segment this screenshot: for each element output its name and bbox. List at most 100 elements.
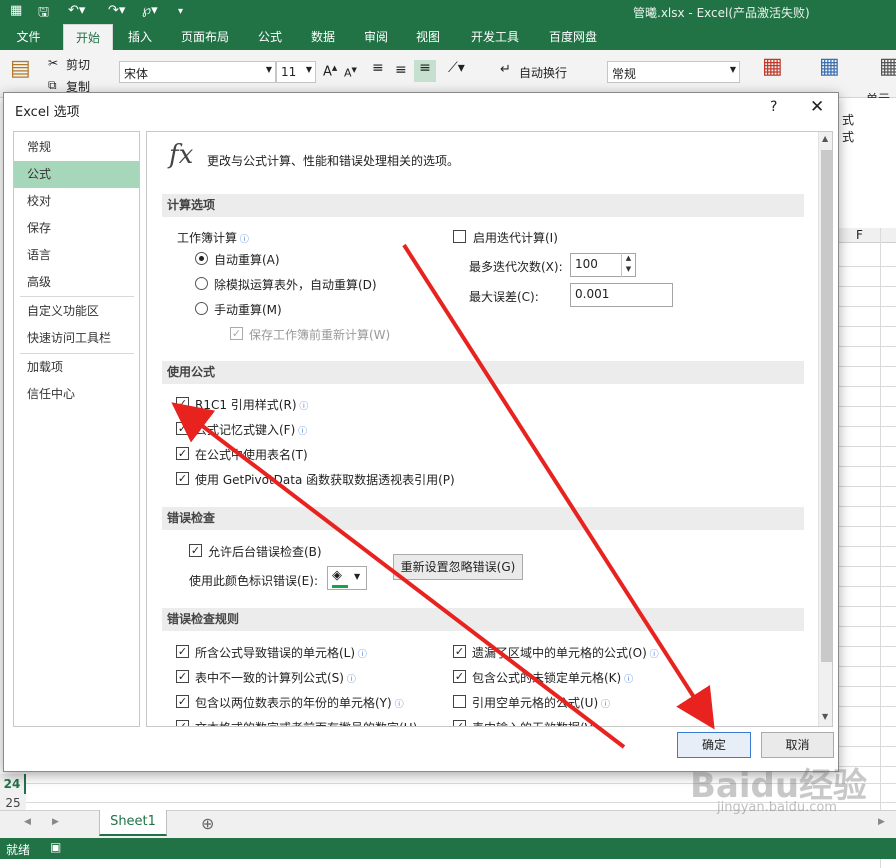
tab-file[interactable]: 文件 — [0, 24, 57, 50]
tab-formulas[interactable]: 公式 — [250, 24, 290, 50]
rule-empty-cells-checkbox[interactable] — [453, 695, 466, 708]
rule-inconsistent-column-label[interactable]: 表中不一致的计算列公式(S) ⓘ — [195, 669, 356, 686]
rule-error-cells-checkbox[interactable]: ✓ — [176, 645, 189, 658]
cut-icon[interactable]: ✂ — [48, 56, 58, 70]
scroll-down-icon[interactable]: ▼ — [822, 712, 828, 721]
redo-icon[interactable]: ↷▾ — [108, 3, 125, 18]
cut-label[interactable]: 剪切 — [66, 56, 90, 73]
formula-autocomplete-checkbox[interactable]: ✓ — [176, 422, 189, 435]
rule-two-digit-year-checkbox[interactable]: ✓ — [176, 695, 189, 708]
spin-up-icon[interactable]: ▲ — [622, 253, 635, 264]
increase-font-icon[interactable]: A▲ — [323, 64, 337, 79]
max-change-input[interactable]: 0.001 — [570, 283, 673, 307]
format-as-table-icon[interactable]: ▦ — [819, 54, 840, 79]
rule-omitted-cells-checkbox[interactable]: ✓ — [453, 645, 466, 658]
scroll-right-icon[interactable]: ▶ — [878, 817, 885, 827]
font-size-select[interactable]: 11 ▼ — [276, 61, 316, 83]
wrap-text-label[interactable]: 自动换行 — [519, 64, 567, 81]
auto-calc-label[interactable]: 自动重算(A) — [214, 251, 280, 268]
column-header-f[interactable]: F — [856, 228, 863, 242]
rule-empty-cells-label[interactable]: 引用空单元格的公式(U) ⓘ — [472, 694, 610, 711]
nav-item-formulas[interactable]: 公式 — [14, 161, 139, 188]
format-painter-icon[interactable]: ℘▾ — [142, 3, 158, 18]
nav-item-language[interactable]: 语言 — [14, 242, 139, 269]
sheet-tab-sheet1[interactable]: Sheet1 — [99, 810, 167, 836]
error-color-picker[interactable]: ◈ ▼ — [327, 566, 367, 590]
tab-review[interactable]: 审阅 — [356, 24, 396, 50]
auto-except-tables-radio[interactable] — [195, 277, 208, 290]
cell-styles-icon[interactable]: ▦ — [879, 54, 896, 79]
iterative-calc-label[interactable]: 启用迭代计算(I) — [473, 229, 558, 246]
customize-qat-icon[interactable]: ▾ — [178, 6, 183, 17]
rule-two-digit-year-label[interactable]: 包含以两位数表示的年份的单元格(Y) ⓘ — [195, 694, 404, 711]
r1c1-label[interactable]: R1C1 引用样式(R) ⓘ — [195, 396, 308, 413]
tab-baidu-netdisk[interactable]: 百度网盘 — [540, 24, 606, 50]
rule-text-numbers-label[interactable]: 文本格式的数字或者前面有撇号的数字(H) — [195, 719, 417, 726]
font-name-select[interactable]: 宋体 ▼ — [119, 61, 276, 83]
table-names-label[interactable]: 在公式中使用表名(T) — [195, 446, 308, 463]
wrap-text-icon[interactable]: ↵ — [500, 62, 511, 77]
formula-autocomplete-label[interactable]: 公式记忆式键入(F) ⓘ — [195, 421, 307, 438]
next-sheet-icon[interactable]: ▶ — [52, 817, 59, 827]
prev-sheet-icon[interactable]: ◀ — [24, 817, 31, 827]
max-iterations-spinner[interactable]: ▲ ▼ — [621, 253, 635, 277]
rule-invalid-data-checkbox[interactable]: ✓ — [453, 720, 466, 726]
rule-unlocked-cells-checkbox[interactable]: ✓ — [453, 670, 466, 683]
rule-error-cells-label[interactable]: 所含公式导致错误的单元格(L) ⓘ — [195, 644, 367, 661]
iterative-calc-checkbox[interactable] — [453, 230, 466, 243]
tab-data[interactable]: 数据 — [303, 24, 343, 50]
decrease-font-icon[interactable]: A▼ — [344, 66, 357, 80]
reset-ignored-errors-button[interactable]: 重新设置忽略错误(G) — [393, 554, 523, 580]
nav-item-proofing[interactable]: 校对 — [14, 188, 139, 215]
conditional-format-icon[interactable]: ▦ — [762, 54, 783, 79]
save-icon[interactable]: 🖫 — [38, 3, 49, 25]
scrollbar-thumb[interactable] — [821, 150, 832, 662]
max-iterations-input[interactable]: 100 ▲ ▼ — [570, 253, 636, 277]
orientation-icon[interactable]: ⟋▾ — [448, 60, 465, 76]
auto-except-tables-label[interactable]: 除模拟运算表外，自动重算(D) — [214, 276, 377, 293]
background-error-check-label[interactable]: 允许后台错误检查(B) — [208, 543, 322, 560]
cancel-button[interactable]: 取消 — [761, 732, 834, 758]
spin-down-icon[interactable]: ▼ — [622, 264, 635, 275]
scroll-up-icon[interactable]: ▲ — [822, 134, 828, 143]
rule-invalid-data-label[interactable]: 表中输入的无效数据(V) — [472, 719, 598, 726]
getpivotdata-checkbox[interactable]: ✓ — [176, 472, 189, 485]
close-button[interactable]: ✕ — [810, 97, 824, 117]
table-names-checkbox[interactable]: ✓ — [176, 447, 189, 460]
nav-item-add-ins[interactable]: 加载项 — [14, 354, 139, 381]
options-content[interactable]: fx 更改与公式计算、性能和错误处理相关的选项。 计算选项 工作簿计算 ⓘ 自动… — [146, 131, 833, 727]
rule-unlocked-cells-label[interactable]: 包含公式的未锁定单元格(K) ⓘ — [472, 669, 633, 686]
nav-item-save[interactable]: 保存 — [14, 215, 139, 242]
auto-calc-radio[interactable] — [195, 252, 208, 265]
nav-item-trust-center[interactable]: 信任中心 — [14, 381, 139, 408]
manual-calc-radio[interactable] — [195, 302, 208, 315]
tab-home[interactable]: 开始 — [63, 24, 113, 50]
align-middle-icon[interactable]: ≡ — [395, 62, 407, 78]
ok-button[interactable]: 确定 — [677, 732, 751, 758]
align-bottom-icon[interactable]: ≡ — [414, 60, 436, 82]
rule-inconsistent-column-checkbox[interactable]: ✓ — [176, 670, 189, 683]
copy-icon[interactable]: ⧉ — [48, 78, 57, 93]
help-button[interactable]: ? — [770, 99, 777, 115]
paste-icon[interactable]: ▤ — [10, 56, 31, 81]
r1c1-checkbox[interactable]: ✓ — [176, 397, 189, 410]
nav-item-quick-access-toolbar[interactable]: 快速访问工具栏 — [14, 325, 139, 352]
manual-calc-label[interactable]: 手动重算(M) — [214, 301, 282, 318]
content-scrollbar[interactable]: ▲ ▼ — [818, 132, 832, 726]
rule-text-numbers-checkbox[interactable]: ✓ — [176, 720, 189, 726]
nav-item-general[interactable]: 常规 — [14, 134, 139, 161]
number-format-select[interactable]: 常规 ▼ — [607, 61, 740, 83]
add-sheet-icon[interactable]: ⊕ — [201, 814, 214, 833]
nav-item-advanced[interactable]: 高级 — [14, 269, 139, 296]
getpivotdata-label[interactable]: 使用 GetPivotData 函数获取数据透视表引用(P) — [195, 471, 455, 488]
tab-insert[interactable]: 插入 — [120, 24, 160, 50]
tab-developer[interactable]: 开发工具 — [462, 24, 528, 50]
tab-page-layout[interactable]: 页面布局 — [172, 24, 238, 50]
macro-record-icon[interactable]: ▣ — [50, 840, 61, 854]
nav-item-customize-ribbon[interactable]: 自定义功能区 — [14, 298, 139, 325]
background-error-check-checkbox[interactable]: ✓ — [189, 544, 202, 557]
row-number-24[interactable]: 24 — [0, 774, 26, 794]
align-top-icon[interactable]: ≡ — [372, 60, 384, 76]
rule-omitted-cells-label[interactable]: 遗漏了区域中的单元格的公式(O) ⓘ — [472, 644, 659, 661]
undo-icon[interactable]: ↶▾ — [68, 3, 85, 18]
